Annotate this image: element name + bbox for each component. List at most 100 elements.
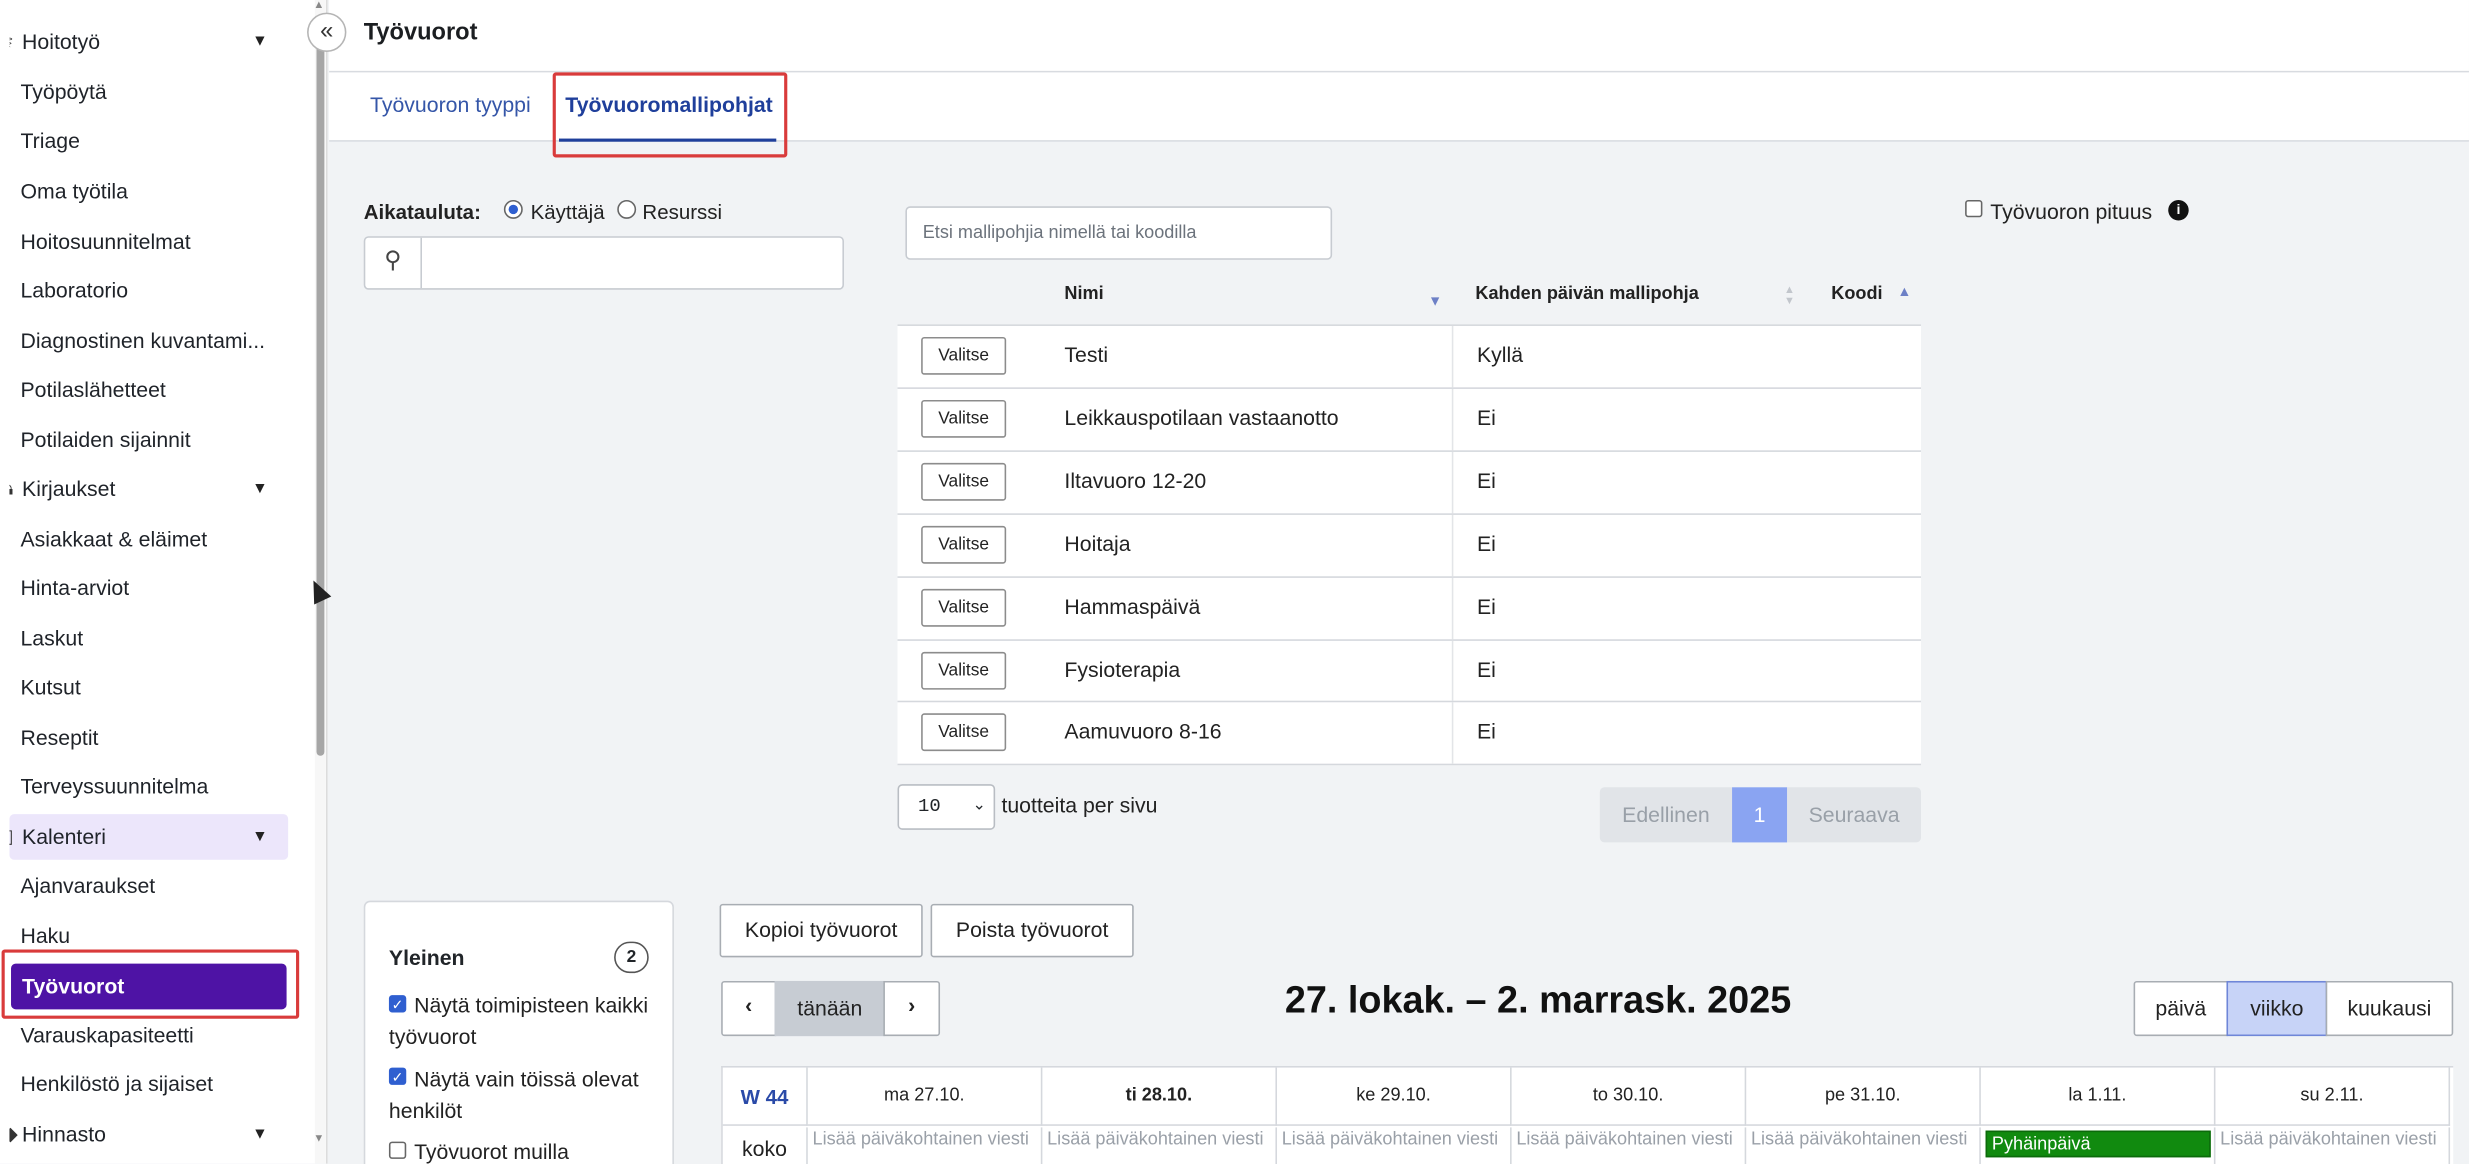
- page-1-button[interactable]: 1: [1732, 787, 1788, 843]
- day-message-cell[interactable]: Lisää päiväkohtainen viesti: [1512, 1127, 1747, 1164]
- select-button[interactable]: Valitse: [921, 651, 1007, 690]
- sidebar-item-triage[interactable]: Triage: [9, 118, 288, 164]
- chevron-right-icon: ›: [908, 993, 916, 1018]
- other-shifts-label[interactable]: Työvuorot muilla: [389, 1137, 657, 1164]
- sidebar-item-henkilosto[interactable]: Henkilöstö ja sijaiset: [9, 1061, 288, 1107]
- sort-both-icon[interactable]: ▲ ▼: [1784, 285, 1795, 307]
- previous-page-button[interactable]: Edellinen: [1599, 787, 1733, 843]
- stethoscope-icon: ⚕: [9, 19, 13, 65]
- sidebar-item-ajanvaraukset[interactable]: Ajanvaraukset: [9, 863, 288, 909]
- caret-down-icon: ▼: [252, 1125, 268, 1144]
- show-working-only-label[interactable]: Näytä vain töissä olevat henkilöt: [389, 1064, 657, 1127]
- sidebar-item-label: Terveyssuunnitelma: [20, 774, 209, 799]
- delete-shifts-button[interactable]: Poista työvuorot: [930, 903, 1134, 958]
- radio-resource-label[interactable]: Resurssi: [642, 200, 722, 224]
- sidebar-group-hoitotyo[interactable]: ⚕ Hoitotyö ▼: [9, 19, 288, 65]
- calendar-grid: W 44 ma 27.10. ti 28.10. ke 29.10. to 30…: [721, 1066, 2454, 1164]
- sidebar-item-label: Potilaiden sijainnit: [20, 428, 191, 452]
- sidebar-item-tyopoyta[interactable]: Työpöytä: [9, 69, 288, 115]
- shift-length-checkbox[interactable]: [1965, 199, 1983, 218]
- tab-tyovuoron-tyyppi[interactable]: Työvuoron tyyppi: [370, 93, 531, 117]
- user-search-field[interactable]: ⚲: [363, 236, 844, 290]
- tab-tyovuoromallipohjat[interactable]: Työvuoromallipohjat: [565, 93, 772, 117]
- prev-week-button[interactable]: ‹: [721, 980, 777, 1037]
- double-chevron-left-icon: «: [320, 17, 334, 45]
- column-header-code[interactable]: Koodi: [1831, 285, 1882, 304]
- sidebar-item-label: Diagnostinen kuvantami...: [20, 329, 266, 353]
- day-header: ke 29.10.: [1277, 1067, 1512, 1126]
- sidebar-item-terveyssuunnitelma[interactable]: Terveyssuunnitelma: [9, 764, 288, 810]
- next-page-button[interactable]: Seuraava: [1787, 787, 1922, 843]
- sidebar-group-kirjaukset[interactable]: 🔒︎ Kirjaukset ▼: [9, 466, 288, 512]
- sidebar-item-asiakkaat[interactable]: Asiakkaat & eläimet: [9, 516, 288, 562]
- sidebar-item-tyovuorot[interactable]: Työvuorot: [11, 963, 287, 1010]
- day-message-cell[interactable]: Lisää päiväkohtainen viesti: [2215, 1127, 2451, 1164]
- today-button[interactable]: tänään: [774, 980, 885, 1037]
- sidebar-item-label: Laskut: [20, 626, 84, 651]
- select-button[interactable]: Valitse: [921, 336, 1007, 375]
- sidebar-item-hoitosuunnitelmat[interactable]: Hoitosuunnitelmat: [9, 219, 288, 265]
- caret-down-icon: ▼: [252, 480, 268, 498]
- day-message-cell[interactable]: Lisää päiväkohtainen viesti: [1042, 1127, 1278, 1164]
- select-button[interactable]: Valitse: [921, 462, 1007, 501]
- sidebar-item-oma-tyotila[interactable]: Oma työtila: [9, 168, 288, 214]
- per-page-select[interactable]: 10 ⌄: [897, 784, 996, 830]
- column-header-two-day[interactable]: Kahden päivän mallipohja: [1475, 285, 1698, 304]
- sidebar-item-hinta-arviot[interactable]: Hinta-arviot: [9, 565, 288, 611]
- sidebar-item-diagnostinen-kuvantaminen[interactable]: Diagnostinen kuvantami...: [9, 318, 288, 364]
- sidebar-item-label: Asiakkaat & eläimet: [20, 527, 208, 552]
- day-header-today: ti 28.10.: [1042, 1067, 1278, 1126]
- day-message-cell[interactable]: Lisää päiväkohtainen viesti: [808, 1127, 1043, 1164]
- sidebar-item-haku[interactable]: Haku: [9, 913, 288, 959]
- sidebar-item-laboratorio[interactable]: Laboratorio: [9, 268, 288, 314]
- view-day-button[interactable]: päivä: [2133, 980, 2229, 1037]
- sidebar-item-potilaslahetteet[interactable]: Potilaslähetteet: [9, 367, 288, 413]
- sidebar-item-kutsut[interactable]: Kutsut: [9, 664, 288, 710]
- next-week-button[interactable]: ›: [883, 980, 941, 1037]
- view-month-button[interactable]: kuukausi: [2325, 980, 2454, 1037]
- radio-user-label[interactable]: Käyttäjä: [531, 200, 605, 224]
- template-name: Hammaspäivä: [1064, 595, 1201, 619]
- view-week-button[interactable]: viikko: [2226, 980, 2328, 1037]
- sort-desc-icon[interactable]: ▼: [1428, 293, 1442, 309]
- sidebar-item-laskut[interactable]: Laskut: [9, 616, 288, 662]
- general-filter-panel: Yleinen 2 ✓ Näytä toimipisteen kaikki ty…: [363, 900, 674, 1164]
- select-button[interactable]: Valitse: [921, 525, 1007, 564]
- radio-resource[interactable]: [617, 199, 637, 219]
- template-search-input[interactable]: [905, 206, 1333, 260]
- template-name: Iltavuoro 12-20: [1064, 469, 1207, 493]
- day-message-cell[interactable]: Lisää päiväkohtainen viesti: [1746, 1127, 1981, 1164]
- scroll-down-icon[interactable]: ▼: [313, 1134, 324, 1145]
- panel-title: Yleinen: [388, 946, 465, 970]
- sidebar-scrollbar-thumb[interactable]: [316, 15, 325, 756]
- week-number: W 44: [722, 1067, 808, 1126]
- shift-length-label[interactable]: Työvuoron pituus: [1990, 200, 2152, 224]
- holiday-badge[interactable]: Pyhäinpäivä: [1985, 1130, 2211, 1158]
- sidebar-group-kalenteri[interactable]: ▯ Kalenteri ▼: [9, 814, 289, 860]
- copy-shifts-button[interactable]: Kopioi työvuorot: [719, 903, 923, 958]
- sidebar-group-hinnasto[interactable]: ◆ Hinnasto ▼: [9, 1112, 288, 1158]
- select-button[interactable]: Valitse: [921, 713, 1007, 752]
- select-button[interactable]: Valitse: [921, 588, 1007, 627]
- sort-asc-icon[interactable]: ▲: [1897, 283, 1911, 299]
- sidebar-item-reseptit[interactable]: Reseptit: [9, 715, 288, 761]
- day-message-cell[interactable]: Pyhäinpäivä: [1981, 1127, 2216, 1164]
- show-all-shifts-label[interactable]: Näytä toimipisteen kaikki työvuorot: [389, 990, 657, 1053]
- all-day-row-label: koko: [723, 1127, 808, 1164]
- sidebar-item-label: Hoitotyö: [22, 29, 101, 54]
- table-row: Valitse Hammaspäivä Ei: [897, 576, 1922, 640]
- select-button[interactable]: Valitse: [921, 399, 1007, 438]
- sidebar-item-potilaiden-sijainnit[interactable]: Potilaiden sijainnit: [9, 417, 288, 463]
- info-icon[interactable]: i: [2168, 199, 2189, 221]
- sidebar-item-varauskapasiteetti[interactable]: Varauskapasiteetti: [9, 1012, 288, 1058]
- column-header-name[interactable]: Nimi: [1064, 285, 1103, 304]
- two-day-value: Ei: [1451, 577, 1496, 640]
- schedule-label: Aikatauluta:: [363, 199, 481, 224]
- active-tab-indicator: [558, 138, 777, 142]
- scroll-up-icon[interactable]: ▲: [313, 0, 324, 11]
- collapse-sidebar-button[interactable]: «: [307, 12, 347, 52]
- radio-user[interactable]: [503, 199, 523, 219]
- sidebar-item-label: Reseptit: [20, 725, 99, 750]
- chevron-down-icon: ⌄: [972, 798, 986, 816]
- day-message-cell[interactable]: Lisää päiväkohtainen viesti: [1277, 1127, 1512, 1164]
